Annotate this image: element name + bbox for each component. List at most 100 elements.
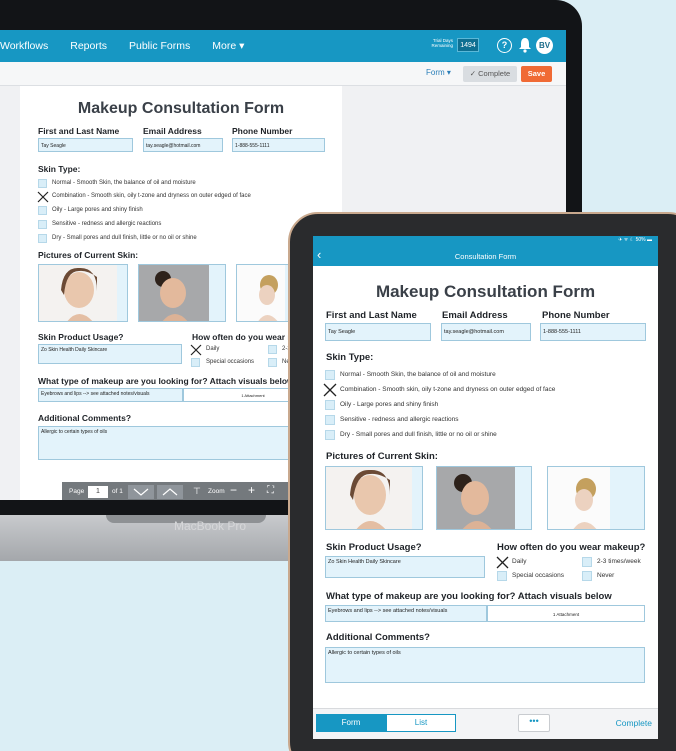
main-nav: Workflows Reports Public Forms More ▾ bbox=[0, 30, 266, 62]
skin-dry-checkbox[interactable] bbox=[325, 430, 335, 440]
help-icon[interactable]: ? bbox=[497, 38, 512, 53]
nav-public-forms[interactable]: Public Forms bbox=[129, 40, 190, 52]
fit-width-icon[interactable]: ⊤ bbox=[193, 486, 201, 497]
makeup-label: What type of makeup are you looking for?… bbox=[38, 376, 294, 386]
page-number-input[interactable]: 1 bbox=[88, 486, 108, 498]
zoom-out-icon[interactable]: − bbox=[230, 483, 237, 497]
often-never-checkbox[interactable] bbox=[268, 358, 277, 367]
nav-more[interactable]: More ▾ bbox=[212, 40, 244, 52]
often-special-checkbox[interactable] bbox=[191, 358, 200, 367]
skin-option-label: Sensitive - redness and allergic reactio… bbox=[340, 416, 459, 423]
product-label: Skin Product Usage? bbox=[38, 332, 124, 342]
tab-form[interactable]: Form bbox=[316, 714, 386, 732]
trial-days-label: Trial Days Remaining bbox=[431, 38, 453, 48]
complete-button[interactable]: ✓ Complete bbox=[463, 66, 517, 82]
complete-button[interactable]: Complete bbox=[616, 718, 652, 728]
skin-oily-checkbox[interactable] bbox=[38, 206, 47, 215]
skin-normal-checkbox[interactable] bbox=[325, 370, 335, 380]
often-daily-checkbox-checked-icon[interactable] bbox=[496, 556, 509, 569]
makeup-field[interactable]: Eyebrows and lips --> see attached notes… bbox=[38, 388, 183, 402]
name-field[interactable]: Tay Seagle bbox=[38, 138, 133, 152]
page-down-button[interactable] bbox=[128, 485, 154, 499]
fullscreen-icon[interactable]: ⛶ bbox=[267, 485, 274, 496]
ipad-header: ✈ ᯤ ☾ 50% ▬ ‹ Consultation Form bbox=[313, 236, 658, 266]
skin-sensitive-checkbox[interactable] bbox=[325, 415, 335, 425]
often-23-checkbox[interactable] bbox=[582, 557, 592, 567]
tab-list[interactable]: List bbox=[386, 714, 456, 732]
product-field[interactable]: Zo Skin Health Daily Skincare bbox=[38, 344, 182, 364]
often-daily-checkbox-checked-icon[interactable] bbox=[190, 344, 202, 356]
skin-photo-3[interactable] bbox=[547, 466, 645, 530]
phone-label: Phone Number bbox=[232, 126, 293, 136]
email-label: Email Address bbox=[442, 310, 508, 321]
attachment-field[interactable]: 1 Attachment bbox=[487, 605, 645, 622]
often-label: How often do you wear m bbox=[192, 332, 295, 342]
product-field[interactable]: Zo Skin Health Daily Skincare bbox=[325, 556, 485, 578]
often-option-label: Never bbox=[597, 572, 615, 579]
skin-option-label: Dry - Small pores and dull finish, littl… bbox=[52, 235, 197, 241]
skin-combination-checkbox-checked-icon[interactable] bbox=[37, 191, 49, 203]
email-field[interactable]: tay.seagle@hotmail.com bbox=[143, 138, 223, 152]
avatar[interactable]: BV bbox=[536, 37, 553, 54]
makeup-label: What type of makeup are you looking for?… bbox=[326, 591, 612, 602]
save-button[interactable]: Save bbox=[521, 66, 552, 82]
skin-option-label: Dry - Small pores and dull finish, littl… bbox=[340, 431, 497, 438]
form-dropdown[interactable]: Form ▾ bbox=[426, 68, 451, 77]
status-bar: ✈ ᯤ ☾ 50% ▬ bbox=[618, 237, 652, 243]
zoom-in-icon[interactable]: + bbox=[248, 483, 255, 497]
zoom-label: Zoom bbox=[208, 488, 225, 495]
skin-option-label: Normal - Smooth Skin, the balance of oil… bbox=[52, 180, 196, 186]
skin-dry-checkbox[interactable] bbox=[38, 234, 47, 243]
ipad-header-title: Consultation Form bbox=[454, 252, 517, 261]
product-label: Skin Product Usage? bbox=[326, 542, 422, 553]
bell-icon[interactable] bbox=[518, 37, 532, 53]
name-label: First and Last Name bbox=[326, 310, 417, 321]
often-never-checkbox[interactable] bbox=[582, 571, 592, 581]
phone-label: Phone Number bbox=[542, 310, 610, 321]
often-option-label: Special occasions bbox=[512, 572, 565, 579]
nav-workflows[interactable]: Workflows bbox=[0, 40, 48, 52]
comments-field[interactable]: Allergic to certain types of oils bbox=[38, 426, 325, 460]
skin-oily-checkbox[interactable] bbox=[325, 400, 335, 410]
often-option-label: 2-3 times/week bbox=[597, 558, 641, 565]
phone-field[interactable]: 1-888-555-1111 bbox=[540, 323, 646, 341]
often-option-label: Daily bbox=[206, 346, 220, 352]
pager-page-label: Page bbox=[69, 488, 85, 495]
trial-days-count: 1494 bbox=[457, 38, 479, 52]
macbook-brand: MacBook Pro bbox=[173, 519, 247, 533]
name-label: First and Last Name bbox=[38, 126, 120, 136]
page-title: Makeup Consultation Form bbox=[375, 282, 596, 301]
pictures-label: Pictures of Current Skin: bbox=[38, 250, 139, 260]
skin-photo-2[interactable] bbox=[436, 466, 532, 530]
makeup-field[interactable]: Eyebrows and lips --> see attached notes… bbox=[325, 605, 487, 622]
skin-option-label: Combination - Smooth skin, oily t-zone a… bbox=[340, 386, 556, 393]
skin-photo-2[interactable] bbox=[138, 264, 226, 322]
more-icon[interactable]: ••• bbox=[518, 714, 550, 732]
ipad-form-document: Makeup Consultation Form First and Last … bbox=[313, 266, 658, 708]
pager-toolbar: Page 1 of 1 ⊤ Zoom − + ⛶ bbox=[62, 482, 298, 500]
email-field[interactable]: tay.seagle@hotmail.com bbox=[441, 323, 531, 341]
comments-field[interactable]: Allergic to certain types of oils bbox=[325, 647, 645, 683]
skin-option-label: Combination - Smooth skin, oily t-zone a… bbox=[52, 193, 251, 199]
name-field[interactable]: Tay Seagle bbox=[325, 323, 431, 341]
skin-type-label: Skin Type: bbox=[38, 164, 81, 174]
often-23-checkbox[interactable] bbox=[268, 345, 277, 354]
chevron-up-icon bbox=[162, 488, 178, 496]
skin-option-label: Sensitive - redness and allergic reactio… bbox=[52, 221, 162, 227]
page-up-button[interactable] bbox=[157, 485, 183, 499]
skin-photo-1[interactable] bbox=[38, 264, 128, 322]
often-special-checkbox[interactable] bbox=[497, 571, 507, 581]
ipad-screen: ✈ ᯤ ☾ 50% ▬ ‹ Consultation Form Makeup C… bbox=[313, 236, 658, 739]
often-label: How often do you wear makeup? bbox=[497, 542, 646, 553]
often-option-label: Special occasions bbox=[206, 359, 255, 365]
skin-sensitive-checkbox[interactable] bbox=[38, 220, 47, 229]
nav-reports[interactable]: Reports bbox=[70, 40, 107, 52]
phone-field[interactable]: 1-888-555-1111 bbox=[232, 138, 325, 152]
skin-photo-1[interactable] bbox=[325, 466, 423, 530]
chevron-down-icon bbox=[133, 488, 149, 496]
skin-normal-checkbox[interactable] bbox=[38, 179, 47, 188]
skin-combination-checkbox-checked-icon[interactable] bbox=[323, 383, 337, 397]
comments-label: Additional Comments? bbox=[38, 413, 132, 423]
form-toolbar: Form ▾ ✓ Complete Save bbox=[0, 62, 566, 86]
page-title: Makeup Consultation Form bbox=[77, 100, 285, 117]
